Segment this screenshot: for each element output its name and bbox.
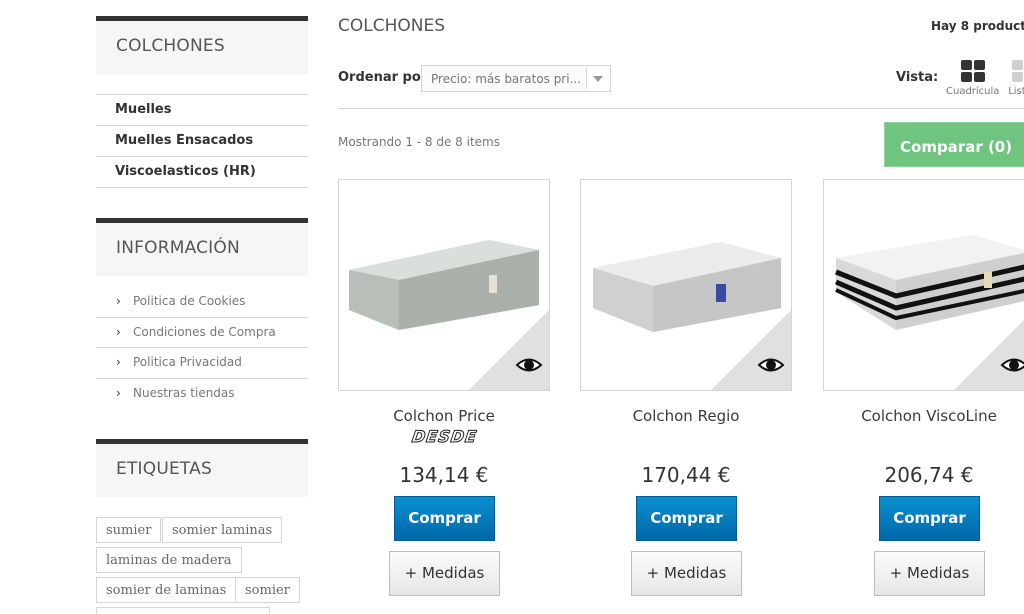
tag-somier-de-laminas[interactable]: somier de laminas <box>96 577 237 603</box>
eye-icon[interactable] <box>757 354 785 376</box>
product-card: Colchon ViscoLine 206,74 € Comprar + Med… <box>823 179 1024 596</box>
product-price: 206,74 € <box>884 463 974 487</box>
information-block: INFORMACIÓN <box>96 218 308 276</box>
pagination-summary: Mostrando 1 - 8 de 8 items <box>338 135 500 149</box>
product-image-link[interactable] <box>580 179 792 391</box>
view-grid-label: Cuadrícula <box>946 86 1000 97</box>
info-link-label: Politica de Cookies <box>133 294 246 308</box>
chevron-right-icon: › <box>116 324 121 339</box>
tags-title: ETIQUETAS <box>96 439 308 497</box>
sort-select-value: Precio: más baratos pri... <box>431 72 582 86</box>
info-link-label: Nuestras tiendas <box>133 385 235 400</box>
eye-icon[interactable] <box>515 354 543 376</box>
product-card: Colchon Price DESDE 134,14 € Comprar + M… <box>338 179 551 596</box>
compare-label: Comparar (0) <box>900 138 1013 156</box>
list-icon <box>1008 60 1024 82</box>
desde-badge: DESDE <box>410 427 479 447</box>
info-link-conditions[interactable]: › Condiciones de Compra <box>96 318 308 348</box>
tags-block: ETIQUETAS <box>96 439 308 497</box>
page-title: COLCHONES <box>338 16 446 36</box>
chevron-right-icon: › <box>116 355 121 369</box>
tag-sumier[interactable]: sumier <box>96 517 162 543</box>
buy-button[interactable]: Comprar <box>636 496 737 541</box>
product-image-link[interactable] <box>338 179 550 391</box>
product-price: 170,44 € <box>641 463 731 487</box>
categories-title: COLCHONES <box>96 16 308 74</box>
category-list: Muelles Muelles Ensacados Viscoelasticos… <box>96 94 308 188</box>
info-link-privacy[interactable]: › Politica Privacidad <box>96 348 308 379</box>
info-link-label: Politica Privacidad <box>133 355 242 369</box>
view-list-label: Lista <box>1008 86 1024 97</box>
info-link-cookies[interactable]: › Politica de Cookies <box>96 287 308 318</box>
info-link-label: Condiciones de Compra <box>133 324 276 339</box>
product-name[interactable]: Colchon Price <box>338 407 550 427</box>
information-title: INFORMACIÓN <box>96 218 308 276</box>
product-name[interactable]: Colchon ViscoLine <box>823 407 1024 427</box>
categories-block: COLCHONES <box>96 16 308 74</box>
chevron-right-icon: › <box>116 294 121 308</box>
tag-somier-laminas[interactable]: somier laminas <box>162 517 283 543</box>
eye-icon[interactable] <box>1000 354 1024 376</box>
measures-button[interactable]: + Medidas <box>631 551 742 596</box>
desde-badge <box>821 427 1024 455</box>
image-corner <box>711 310 791 390</box>
product-image-link[interactable] <box>823 179 1024 391</box>
buy-button[interactable]: Comprar <box>394 496 495 541</box>
category-item-muelles[interactable]: Muelles <box>96 95 308 126</box>
product-card: Colchon Regio 170,44 € Comprar + Medidas <box>580 179 793 596</box>
view-grid-button[interactable]: Cuadrícula <box>946 60 999 97</box>
divider <box>338 108 1024 109</box>
chevron-right-icon: › <box>116 385 121 400</box>
tag-somier[interactable]: somier <box>235 577 300 603</box>
chevron-down-icon <box>586 68 608 89</box>
tag-laminas-de-madera[interactable]: laminas de madera <box>96 547 242 573</box>
tag-partial[interactable] <box>96 607 270 614</box>
product-counter: Hay 8 productos. <box>931 19 1024 33</box>
product-name[interactable]: Colchon Regio <box>580 407 792 427</box>
product-price: 134,14 € <box>399 463 489 487</box>
image-corner <box>954 310 1024 390</box>
image-corner <box>469 310 549 390</box>
compare-button[interactable]: Comparar (0) › <box>884 122 1024 167</box>
measures-button[interactable]: + Medidas <box>874 551 985 596</box>
grid-icon <box>960 60 985 82</box>
sort-select[interactable]: Precio: más baratos pri... <box>421 65 611 92</box>
sort-label: Ordenar por <box>338 70 428 85</box>
buy-button[interactable]: Comprar <box>879 496 980 541</box>
desde-badge <box>578 427 794 455</box>
measures-button[interactable]: + Medidas <box>389 551 500 596</box>
category-item-muelles-ensacados[interactable]: Muelles Ensacados <box>96 126 308 157</box>
information-list: › Politica de Cookies › Condiciones de C… <box>96 287 308 409</box>
view-list-button[interactable]: Lista <box>1008 60 1024 97</box>
view-label: Vista: <box>896 70 939 85</box>
info-link-stores[interactable]: › Nuestras tiendas <box>96 379 308 410</box>
category-item-viscoelasticos[interactable]: Viscoelasticos (HR) <box>96 157 308 188</box>
